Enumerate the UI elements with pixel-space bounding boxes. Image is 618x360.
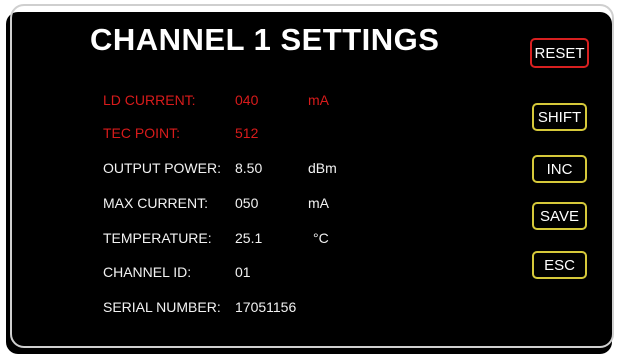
esc-button[interactable]: ESC xyxy=(532,251,587,279)
row-label: CHANNEL ID: xyxy=(103,264,192,280)
row-unit: dBm xyxy=(308,160,337,176)
row-value: 512 xyxy=(235,125,259,141)
row-label: TEMPERATURE: xyxy=(103,230,212,246)
row-label: LD CURRENT: xyxy=(103,92,196,108)
row-label: OUTPUT POWER: xyxy=(103,160,221,176)
row-value: 8.50 xyxy=(235,160,263,176)
row-value: 25.1 xyxy=(235,230,263,246)
row-value: 050 xyxy=(235,195,259,211)
page-title: CHANNEL 1 SETTINGS xyxy=(90,22,440,57)
row-label: MAX CURRENT: xyxy=(103,195,209,211)
row-value: 040 xyxy=(235,92,259,108)
row-value: 01 xyxy=(235,264,251,280)
row-label: SERIAL NUMBER: xyxy=(103,299,221,315)
row-unit: mA xyxy=(308,195,329,211)
row-unit: °C xyxy=(313,230,329,246)
row-unit: mA xyxy=(308,92,329,108)
reset-button[interactable]: RESET xyxy=(530,38,589,68)
shift-button[interactable]: SHIFT xyxy=(532,103,587,131)
save-button[interactable]: SAVE xyxy=(532,202,587,230)
row-value: 17051156 xyxy=(235,299,297,315)
inc-button[interactable]: INC xyxy=(532,155,587,183)
row-label: TEC POINT: xyxy=(103,125,181,141)
